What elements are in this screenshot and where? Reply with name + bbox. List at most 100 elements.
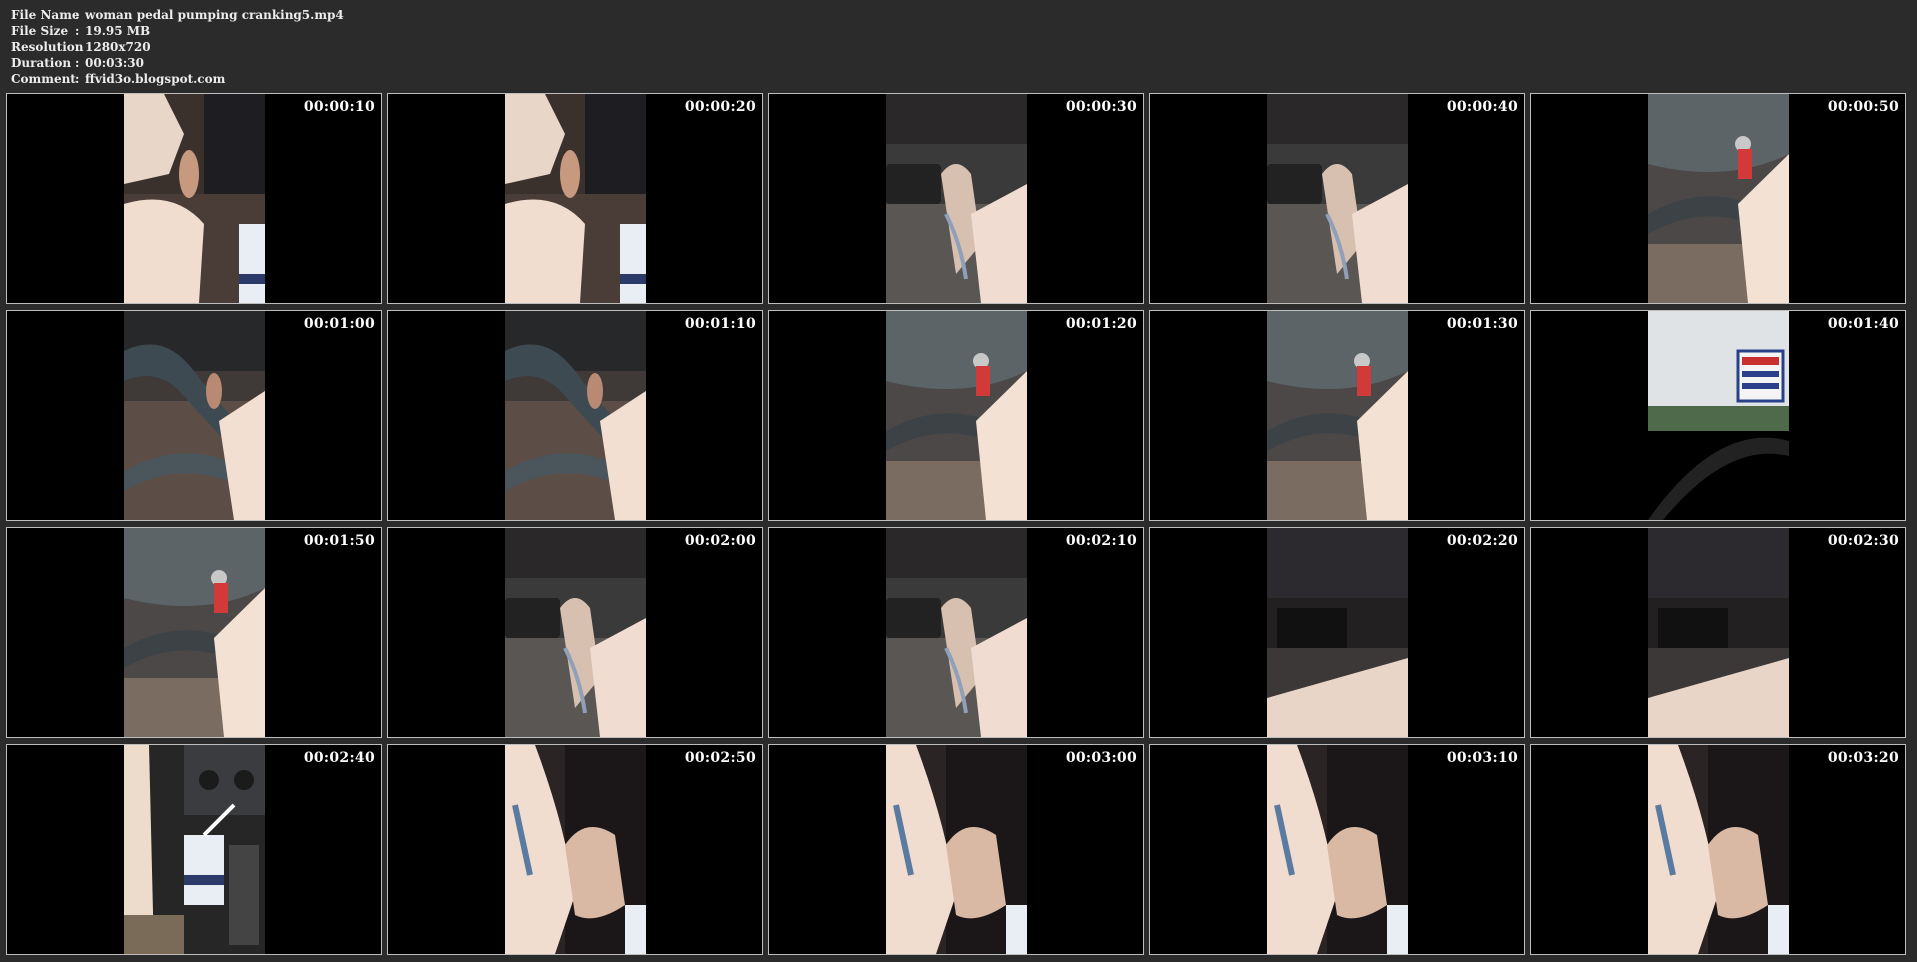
- video-frame-image: [1267, 311, 1408, 520]
- timestamp-label: 00:02:30: [1827, 533, 1899, 549]
- file-name-value: woman pedal pumping cranking5.mp4: [85, 8, 344, 22]
- frame-picture: [505, 528, 646, 737]
- frame-picture: [1648, 311, 1789, 520]
- frame-picture: [886, 94, 1027, 303]
- video-frame-image: [505, 528, 646, 737]
- timestamp-label: 00:02:40: [303, 750, 375, 766]
- video-frame-image: [124, 528, 265, 737]
- video-frame-image: [124, 745, 265, 954]
- video-frame-image: [1648, 311, 1789, 520]
- timestamp-label: 00:00:20: [684, 99, 756, 115]
- thumbnail-frame[interactable]: 00:03:10: [1149, 744, 1525, 955]
- timestamp-label: 00:01:40: [1827, 316, 1899, 332]
- thumbnail-frame[interactable]: 00:00:30: [768, 93, 1144, 304]
- thumbnail-frame[interactable]: 00:00:50: [1530, 93, 1906, 304]
- timestamp-label: 00:01:50: [303, 533, 375, 549]
- thumbnail-frame[interactable]: 00:01:40: [1530, 310, 1906, 521]
- contact-sheet: File Name : woman pedal pumping cranking…: [0, 0, 1917, 962]
- separator: :: [75, 72, 80, 86]
- frame-picture: [1267, 94, 1408, 303]
- thumbnail-frame[interactable]: 00:01:50: [6, 527, 382, 738]
- thumbnail-frame[interactable]: 00:01:30: [1149, 310, 1525, 521]
- resolution-label: Resolution: [11, 40, 84, 54]
- timestamp-label: 00:00:10: [303, 99, 375, 115]
- thumbnail-frame[interactable]: 00:01:10: [387, 310, 763, 521]
- separator: :: [75, 8, 80, 22]
- frame-picture: [886, 745, 1027, 954]
- frame-picture: [1648, 745, 1789, 954]
- thumbnail-frame[interactable]: 00:01:20: [768, 310, 1144, 521]
- timestamp-label: 00:01:10: [684, 316, 756, 332]
- timestamp-label: 00:02:10: [1065, 533, 1137, 549]
- frame-picture: [1267, 745, 1408, 954]
- file-info-panel: File Name : woman pedal pumping cranking…: [11, 7, 344, 87]
- video-frame-image: [886, 745, 1027, 954]
- video-frame-image: [886, 94, 1027, 303]
- duration-label: Duration: [11, 56, 72, 70]
- separator: :: [75, 24, 80, 38]
- comment-row: Comment : ffvid3o.blogspot.com: [11, 71, 344, 87]
- thumbnail-frame[interactable]: 00:00:10: [6, 93, 382, 304]
- resolution-value: 1280x720: [85, 40, 151, 54]
- thumbnail-frame[interactable]: 00:02:00: [387, 527, 763, 738]
- thumbnail-frame[interactable]: 00:03:20: [1530, 744, 1906, 955]
- thumbnail-frame[interactable]: 00:02:40: [6, 744, 382, 955]
- frame-picture: [505, 94, 646, 303]
- video-frame-image: [505, 94, 646, 303]
- timestamp-label: 00:00:40: [1446, 99, 1518, 115]
- video-frame-image: [505, 745, 646, 954]
- comment-label: Comment: [11, 72, 76, 86]
- thumbnail-frame[interactable]: 00:02:50: [387, 744, 763, 955]
- video-frame-image: [886, 311, 1027, 520]
- timestamp-label: 00:00:30: [1065, 99, 1137, 115]
- timestamp-label: 00:00:50: [1827, 99, 1899, 115]
- video-frame-image: [1267, 745, 1408, 954]
- timestamp-label: 00:02:50: [684, 750, 756, 766]
- frame-picture: [1267, 528, 1408, 737]
- file-size-label: File Size: [11, 24, 69, 38]
- thumbnail-frame[interactable]: 00:00:40: [1149, 93, 1525, 304]
- timestamp-label: 00:03:20: [1827, 750, 1899, 766]
- separator: :: [75, 56, 80, 70]
- resolution-row: Resolution : 1280x720: [11, 39, 344, 55]
- file-name-label: File Name: [11, 8, 80, 22]
- timestamp-label: 00:03:00: [1065, 750, 1137, 766]
- thumbnail-frame[interactable]: 00:00:20: [387, 93, 763, 304]
- video-frame-image: [1267, 94, 1408, 303]
- frame-picture: [505, 311, 646, 520]
- frame-picture: [505, 745, 646, 954]
- thumbnail-frame[interactable]: 00:02:30: [1530, 527, 1906, 738]
- separator: :: [75, 40, 80, 54]
- frame-picture: [124, 745, 265, 954]
- thumbnail-frame[interactable]: 00:02:10: [768, 527, 1144, 738]
- thumbnail-frame[interactable]: 00:02:20: [1149, 527, 1525, 738]
- video-frame-image: [505, 311, 646, 520]
- duration-row: Duration : 00:03:30: [11, 55, 344, 71]
- frame-picture: [124, 311, 265, 520]
- thumbnail-frame[interactable]: 00:01:00: [6, 310, 382, 521]
- thumbnail-grid: 00:00:10 00:00:20 00:00:30 00:00:40 00:0…: [6, 93, 1906, 955]
- comment-value: ffvid3o.blogspot.com: [85, 72, 226, 86]
- frame-picture: [124, 528, 265, 737]
- timestamp-label: 00:02:20: [1446, 533, 1518, 549]
- file-name-row: File Name : woman pedal pumping cranking…: [11, 7, 344, 23]
- timestamp-label: 00:02:00: [684, 533, 756, 549]
- timestamp-label: 00:01:30: [1446, 316, 1518, 332]
- video-frame-image: [1267, 528, 1408, 737]
- video-frame-image: [124, 311, 265, 520]
- video-frame-image: [124, 94, 265, 303]
- file-size-value: 19.95 MB: [85, 24, 151, 38]
- video-frame-image: [1648, 94, 1789, 303]
- frame-picture: [1648, 528, 1789, 737]
- video-frame-image: [1648, 528, 1789, 737]
- frame-picture: [1648, 94, 1789, 303]
- thumbnail-frame[interactable]: 00:03:00: [768, 744, 1144, 955]
- timestamp-label: 00:01:00: [303, 316, 375, 332]
- frame-picture: [886, 311, 1027, 520]
- timestamp-label: 00:01:20: [1065, 316, 1137, 332]
- frame-picture: [886, 528, 1027, 737]
- timestamp-label: 00:03:10: [1446, 750, 1518, 766]
- duration-value: 00:03:30: [85, 56, 144, 70]
- frame-picture: [1267, 311, 1408, 520]
- video-frame-image: [886, 528, 1027, 737]
